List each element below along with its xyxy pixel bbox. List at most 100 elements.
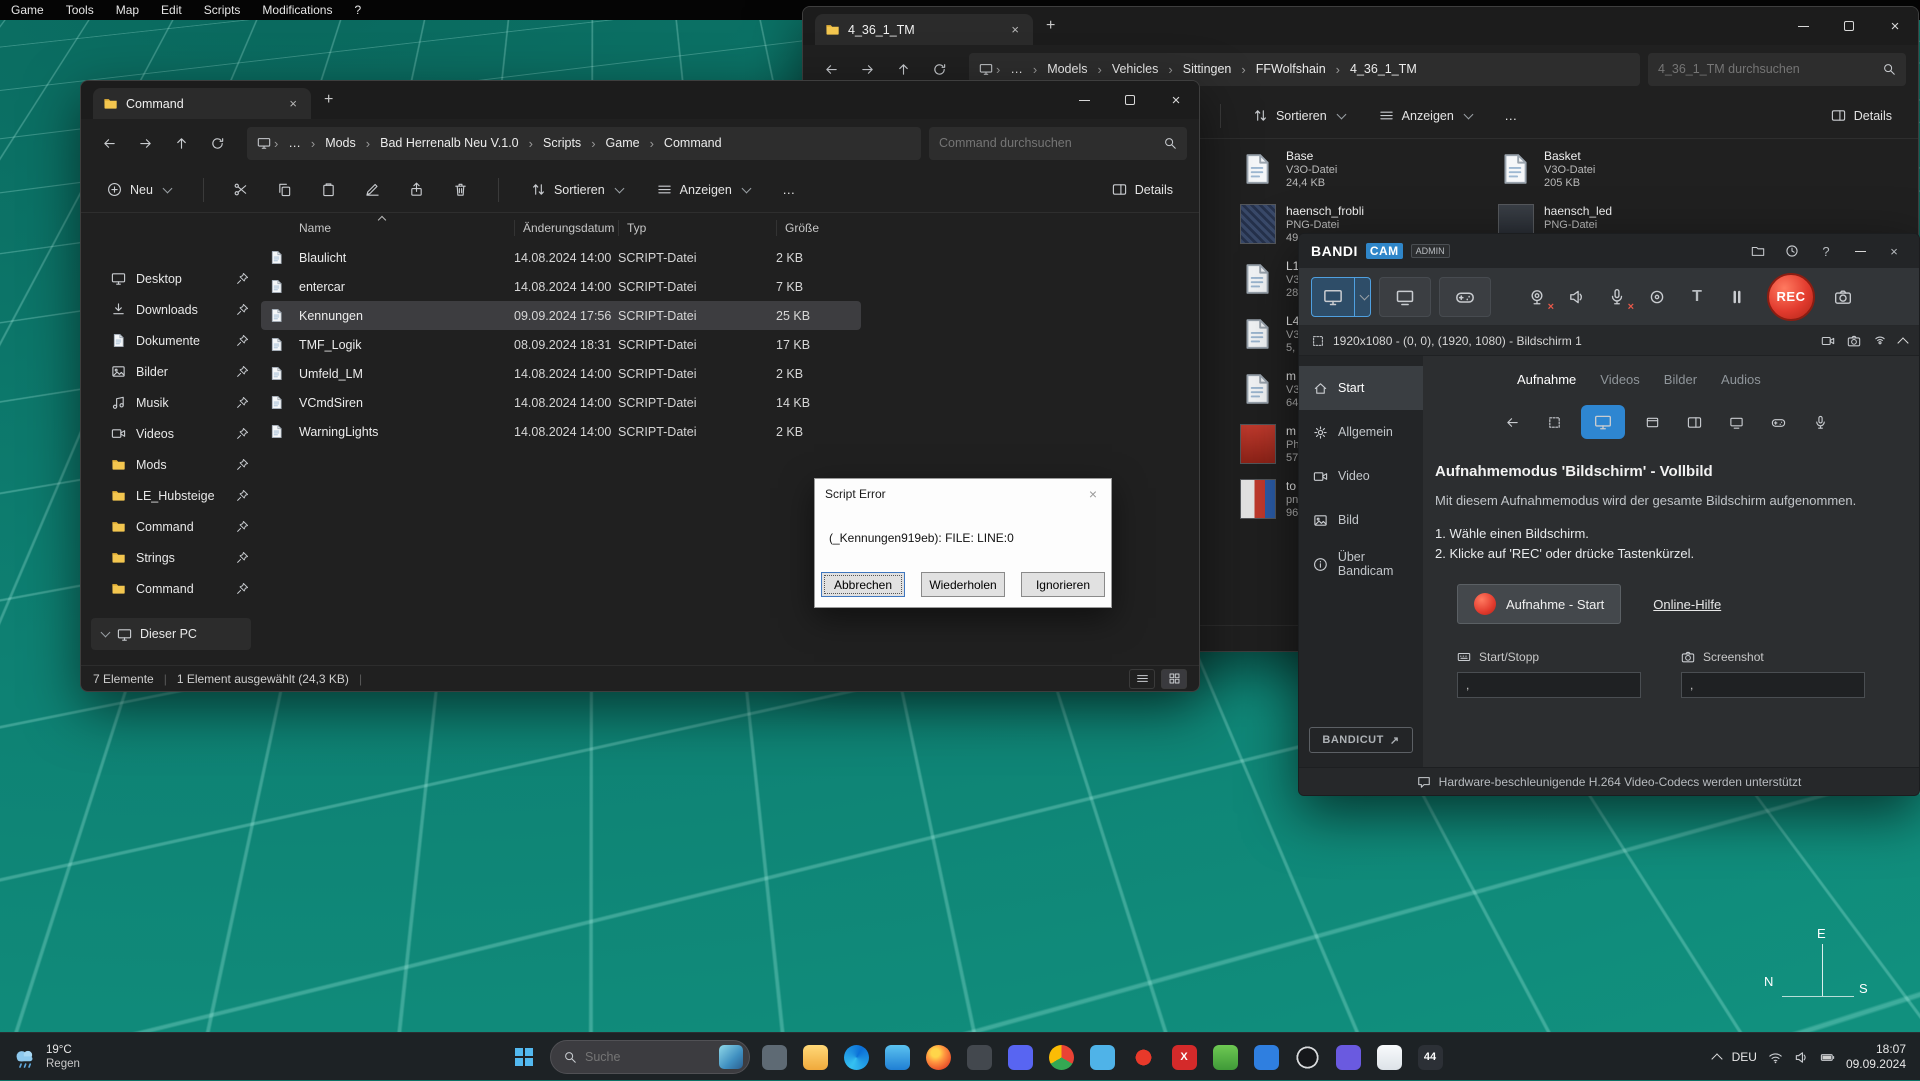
ignorieren-button[interactable]: Ignorieren [1021,572,1105,597]
taskbar-app-44[interactable]: 44 [1413,1040,1447,1074]
file-row[interactable]: Blaulicht14.08.2024 14:00SCRIPT-Datei2 K… [261,243,861,272]
tab-bilder[interactable]: Bilder [1664,372,1697,387]
breadcrumb-item[interactable]: Vehicles [1105,62,1166,76]
breadcrumb-item[interactable]: FFWolfshain [1249,62,1333,76]
hotkey-screenshot-input[interactable] [1681,672,1865,698]
search-highlight-image[interactable] [719,1045,743,1069]
wiederholen-button[interactable]: Wiederholen [921,572,1005,597]
new-tab-button[interactable]: + [1033,17,1068,35]
sidebar-item-command[interactable]: Command [81,511,261,542]
details-view-button[interactable] [1129,669,1155,689]
back-button[interactable] [91,127,127,159]
rename-button[interactable] [354,172,392,208]
minimize-button[interactable] [1847,239,1873,263]
search-box[interactable] [1648,53,1906,86]
forward-button[interactable] [127,127,163,159]
refresh-button[interactable] [199,127,235,159]
explorer-titlebar[interactable]: Command × + × [81,81,1199,119]
device-recording-mode-button[interactable] [1379,277,1431,317]
file-row-selected[interactable]: Kennungen09.09.2024 17:56SCRIPT-Datei25 … [261,301,861,330]
menu-tools[interactable]: Tools [55,0,105,20]
tab-close-icon[interactable]: × [1007,22,1023,37]
minimize-button[interactable] [1780,7,1826,45]
clock[interactable]: 18:07 09.09.2024 [1846,1042,1906,1072]
paste-button[interactable] [310,172,348,208]
view-button[interactable]: Anzeigen [643,172,764,208]
taskbar-app-blue[interactable] [1249,1040,1283,1074]
breadcrumb-item[interactable]: Game [599,136,647,150]
aufnahme-start-button[interactable]: Aufnahme - Start [1457,584,1621,624]
hotkey-start-input[interactable] [1457,672,1641,698]
mode-fixed-area-icon[interactable] [1679,409,1709,435]
close-button[interactable]: × [1872,7,1918,45]
taskbar-search-input[interactable] [585,1050,711,1064]
this-pc-icon[interactable] [979,62,993,76]
dialog-close-icon[interactable]: × [1085,486,1101,502]
breadcrumb-overflow[interactable]: … [1003,62,1030,76]
taskbar-app-dark[interactable] [962,1040,996,1074]
nav-video[interactable]: Video [1299,454,1423,498]
file-row[interactable]: entercar14.08.2024 14:00SCRIPT-Datei7 KB [261,272,861,301]
language-indicator[interactable]: DEU [1732,1050,1757,1064]
details-pane-button[interactable]: Details [1817,98,1906,134]
menu-game[interactable]: Game [0,0,55,20]
column-header-size[interactable]: Größe [776,220,860,236]
taskbar-app-file-explorer[interactable] [798,1040,832,1074]
maximize-button[interactable] [1107,81,1153,119]
column-header-name[interactable]: Name [299,221,514,235]
speaker-button[interactable] [1563,283,1591,311]
more-options-button[interactable]: … [770,172,808,208]
screen-recording-mode-button[interactable] [1311,277,1355,317]
tab-videos[interactable]: Videos [1600,372,1640,387]
camera-icon[interactable] [1847,334,1861,348]
sidebar-item-dokumente[interactable]: Dokumente [81,325,261,356]
taskbar-app-violet[interactable] [1331,1040,1365,1074]
sidebar-item-strings[interactable]: Strings [81,542,261,573]
this-pc-icon[interactable] [257,136,271,150]
new-button[interactable]: Neu [93,172,185,208]
menu-help[interactable]: ? [343,0,372,20]
breadcrumb-item[interactable]: Bad Herrenalb Neu V.1.0 [373,136,526,150]
video-icon[interactable] [1821,334,1835,348]
taskbar-app-gray[interactable] [757,1040,791,1074]
expand-chevron-icon[interactable] [101,628,111,638]
taskbar-app-lightblue[interactable] [1085,1040,1119,1074]
mode-back-icon[interactable] [1497,409,1527,435]
share-button[interactable] [398,172,436,208]
more-options-button[interactable]: … [1492,98,1530,134]
mode-fullscreen-icon[interactable] [1581,405,1625,439]
volume-icon[interactable] [1794,1050,1809,1065]
column-header-date[interactable]: Änderungsdatum [514,220,618,236]
cut-button[interactable] [222,172,260,208]
file-row[interactable]: VCmdSiren14.08.2024 14:00SCRIPT-Datei14 … [261,388,861,417]
sidebar-item-command-2[interactable]: Command [81,573,261,604]
battery-icon[interactable] [1820,1050,1835,1065]
nav-allgemein[interactable]: Allgemein [1299,410,1423,454]
tab-audios[interactable]: Audios [1721,372,1761,387]
mouse-effect-button[interactable] [1643,283,1671,311]
help-button[interactable]: ? [1813,239,1839,263]
delete-button[interactable] [442,172,480,208]
taskbar-app-minecraft[interactable] [1208,1040,1242,1074]
file-row[interactable]: WarningLights14.08.2024 14:00SCRIPT-Date… [261,417,861,446]
taskbar-app-discord[interactable] [1003,1040,1037,1074]
game-recording-mode-button[interactable] [1439,277,1491,317]
search-input[interactable] [1658,62,1874,76]
start-button[interactable] [505,1038,543,1076]
collapse-chevron-icon[interactable] [1897,337,1908,348]
sidebar-item-mods[interactable]: Mods [81,449,261,480]
tray-overflow-chevron[interactable] [1711,1053,1722,1064]
sidebar-item-videos[interactable]: Videos [81,418,261,449]
menu-edit[interactable]: Edit [150,0,193,20]
breadcrumb-overflow[interactable]: … [281,136,308,150]
nav-ueber-bandicam[interactable]: Über Bandicam [1299,542,1423,586]
minimize-button[interactable] [1061,81,1107,119]
taskbar-app-notepad[interactable] [1372,1040,1406,1074]
online-hilfe-link[interactable]: Online-Hilfe [1653,597,1721,612]
text-overlay-button[interactable]: T [1683,283,1711,311]
new-tab-button[interactable]: + [311,91,346,109]
sidebar-item-dieser-pc[interactable]: Dieser PC [91,618,251,650]
menu-modifications[interactable]: Modifications [251,0,343,20]
column-header-type[interactable]: Typ [618,220,776,236]
taskbar-search[interactable] [550,1040,750,1074]
